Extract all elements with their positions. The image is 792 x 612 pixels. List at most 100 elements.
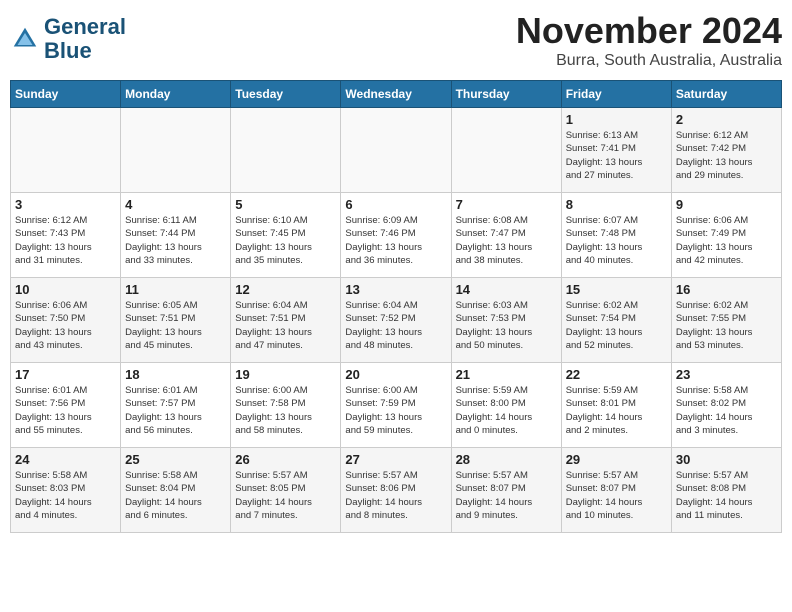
day-number: 4 [125,197,226,212]
day-info: Sunrise: 6:06 AM Sunset: 7:50 PM Dayligh… [15,299,116,352]
day-info: Sunrise: 5:57 AM Sunset: 8:07 PM Dayligh… [456,469,557,522]
day-number: 21 [456,367,557,382]
day-info: Sunrise: 6:00 AM Sunset: 7:58 PM Dayligh… [235,384,336,437]
day-info: Sunrise: 5:57 AM Sunset: 8:05 PM Dayligh… [235,469,336,522]
day-info: Sunrise: 5:57 AM Sunset: 8:08 PM Dayligh… [676,469,777,522]
day-info: Sunrise: 6:08 AM Sunset: 7:47 PM Dayligh… [456,214,557,267]
calendar-cell [11,108,121,193]
calendar-cell: 21 Sunrise: 5:59 AM Sunset: 8:00 PM Dayli… [451,363,561,448]
day-number: 24 [15,452,116,467]
day-number: 7 [456,197,557,212]
day-number: 28 [456,452,557,467]
calendar-cell: 8 Sunrise: 6:07 AM Sunset: 7:48 PM Daylig… [561,193,671,278]
calendar-cell: 27 Sunrise: 5:57 AM Sunset: 8:06 PM Dayli… [341,448,451,533]
day-info: Sunrise: 6:06 AM Sunset: 7:49 PM Dayligh… [676,214,777,267]
calendar-cell: 16 Sunrise: 6:02 AM Sunset: 7:55 PM Dayli… [671,278,781,363]
week-row-0: 1 Sunrise: 6:13 AM Sunset: 7:41 PM Daylig… [11,108,782,193]
calendar-cell: 3 Sunrise: 6:12 AM Sunset: 7:43 PM Daylig… [11,193,121,278]
day-number: 18 [125,367,226,382]
calendar-cell [451,108,561,193]
calendar-cell: 1 Sunrise: 6:13 AM Sunset: 7:41 PM Daylig… [561,108,671,193]
day-number: 20 [345,367,446,382]
day-number: 12 [235,282,336,297]
day-number: 23 [676,367,777,382]
day-info: Sunrise: 6:10 AM Sunset: 7:45 PM Dayligh… [235,214,336,267]
day-number: 10 [15,282,116,297]
day-info: Sunrise: 5:58 AM Sunset: 8:04 PM Dayligh… [125,469,226,522]
weekday-header-row: SundayMondayTuesdayWednesdayThursdayFrid… [11,81,782,108]
page-header: General Blue November 2024 Burra, South … [10,10,782,70]
weekday-friday: Friday [561,81,671,108]
day-info: Sunrise: 5:57 AM Sunset: 8:06 PM Dayligh… [345,469,446,522]
calendar-cell: 17 Sunrise: 6:01 AM Sunset: 7:56 PM Dayli… [11,363,121,448]
week-row-4: 24 Sunrise: 5:58 AM Sunset: 8:03 PM Dayli… [11,448,782,533]
logo-icon [10,24,40,54]
calendar-cell: 9 Sunrise: 6:06 AM Sunset: 7:49 PM Daylig… [671,193,781,278]
calendar-cell: 24 Sunrise: 5:58 AM Sunset: 8:03 PM Dayli… [11,448,121,533]
calendar-body: 1 Sunrise: 6:13 AM Sunset: 7:41 PM Daylig… [11,108,782,533]
day-number: 6 [345,197,446,212]
calendar-cell [341,108,451,193]
day-info: Sunrise: 5:58 AM Sunset: 8:03 PM Dayligh… [15,469,116,522]
calendar-cell: 7 Sunrise: 6:08 AM Sunset: 7:47 PM Daylig… [451,193,561,278]
week-row-3: 17 Sunrise: 6:01 AM Sunset: 7:56 PM Dayli… [11,363,782,448]
day-info: Sunrise: 6:12 AM Sunset: 7:42 PM Dayligh… [676,129,777,182]
calendar-cell: 11 Sunrise: 6:05 AM Sunset: 7:51 PM Dayli… [121,278,231,363]
day-info: Sunrise: 6:07 AM Sunset: 7:48 PM Dayligh… [566,214,667,267]
day-number: 15 [566,282,667,297]
day-number: 30 [676,452,777,467]
calendar-cell: 12 Sunrise: 6:04 AM Sunset: 7:51 PM Dayli… [231,278,341,363]
calendar-cell: 13Sunrise: 6:04 AM Sunset: 7:52 PM Dayli… [341,278,451,363]
day-info: Sunrise: 5:59 AM Sunset: 8:01 PM Dayligh… [566,384,667,437]
day-number: 9 [676,197,777,212]
day-number: 3 [15,197,116,212]
day-number: 14 [456,282,557,297]
location-subtitle: Burra, South Australia, Australia [516,52,782,70]
calendar-cell: 20Sunrise: 6:00 AM Sunset: 7:59 PM Dayli… [341,363,451,448]
calendar-cell: 29Sunrise: 5:57 AM Sunset: 8:07 PM Dayli… [561,448,671,533]
calendar-cell: 5 Sunrise: 6:10 AM Sunset: 7:45 PM Daylig… [231,193,341,278]
day-info: Sunrise: 6:03 AM Sunset: 7:53 PM Dayligh… [456,299,557,352]
day-number: 1 [566,112,667,127]
day-info: Sunrise: 6:09 AM Sunset: 7:46 PM Dayligh… [345,214,446,267]
week-row-1: 3 Sunrise: 6:12 AM Sunset: 7:43 PM Daylig… [11,193,782,278]
calendar-cell: 18 Sunrise: 6:01 AM Sunset: 7:57 PM Dayli… [121,363,231,448]
day-info: Sunrise: 6:11 AM Sunset: 7:44 PM Dayligh… [125,214,226,267]
calendar-cell: 10 Sunrise: 6:06 AM Sunset: 7:50 PM Dayli… [11,278,121,363]
day-number: 26 [235,452,336,467]
day-info: Sunrise: 6:04 AM Sunset: 7:51 PM Dayligh… [235,299,336,352]
day-number: 25 [125,452,226,467]
weekday-saturday: Saturday [671,81,781,108]
calendar-cell: 22 Sunrise: 5:59 AM Sunset: 8:01 PM Dayli… [561,363,671,448]
calendar-cell: 26 Sunrise: 5:57 AM Sunset: 8:05 PM Dayli… [231,448,341,533]
week-row-2: 10 Sunrise: 6:06 AM Sunset: 7:50 PM Dayli… [11,278,782,363]
calendar-cell: 4 Sunrise: 6:11 AM Sunset: 7:44 PM Daylig… [121,193,231,278]
day-info: Sunrise: 5:59 AM Sunset: 8:00 PM Dayligh… [456,384,557,437]
calendar-cell [231,108,341,193]
day-info: Sunrise: 6:13 AM Sunset: 7:41 PM Dayligh… [566,129,667,182]
calendar-cell: 15Sunrise: 6:02 AM Sunset: 7:54 PM Dayli… [561,278,671,363]
logo: General Blue [10,15,126,63]
day-info: Sunrise: 6:01 AM Sunset: 7:56 PM Dayligh… [15,384,116,437]
day-number: 27 [345,452,446,467]
day-number: 16 [676,282,777,297]
day-number: 11 [125,282,226,297]
day-number: 8 [566,197,667,212]
day-info: Sunrise: 5:57 AM Sunset: 8:07 PM Dayligh… [566,469,667,522]
day-info: Sunrise: 6:05 AM Sunset: 7:51 PM Dayligh… [125,299,226,352]
weekday-sunday: Sunday [11,81,121,108]
title-block: November 2024 Burra, South Australia, Au… [516,10,782,70]
day-info: Sunrise: 6:12 AM Sunset: 7:43 PM Dayligh… [15,214,116,267]
day-number: 17 [15,367,116,382]
day-info: Sunrise: 6:02 AM Sunset: 7:55 PM Dayligh… [676,299,777,352]
calendar-table: SundayMondayTuesdayWednesdayThursdayFrid… [10,80,782,533]
calendar-cell: 30 Sunrise: 5:57 AM Sunset: 8:08 PM Dayli… [671,448,781,533]
calendar-cell: 28 Sunrise: 5:57 AM Sunset: 8:07 PM Dayli… [451,448,561,533]
day-info: Sunrise: 6:04 AM Sunset: 7:52 PM Dayligh… [345,299,446,352]
calendar-cell: 19Sunrise: 6:00 AM Sunset: 7:58 PM Dayli… [231,363,341,448]
day-info: Sunrise: 6:01 AM Sunset: 7:57 PM Dayligh… [125,384,226,437]
day-number: 22 [566,367,667,382]
weekday-wednesday: Wednesday [341,81,451,108]
calendar-cell: 14 Sunrise: 6:03 AM Sunset: 7:53 PM Dayli… [451,278,561,363]
day-number: 5 [235,197,336,212]
